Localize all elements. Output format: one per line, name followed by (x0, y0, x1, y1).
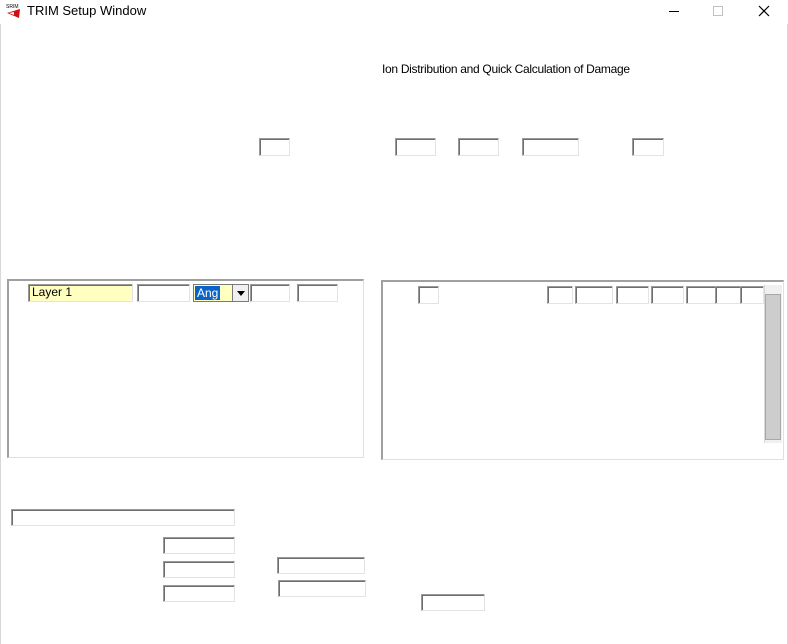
element-surface-energy-field[interactable] (740, 286, 764, 304)
trim-setup-window: SRIM TRIM Setup Window Ion Distribution … (0, 0, 788, 644)
damage-threshold-field[interactable] (421, 594, 485, 611)
ion-symbol-field[interactable] (259, 138, 290, 156)
window-left-border (0, 24, 1, 644)
autosave-field[interactable] (163, 585, 235, 602)
srim-logo-icon: SRIM (6, 4, 20, 18)
close-button[interactable] (741, 0, 787, 22)
layer-width-field[interactable] (137, 284, 190, 302)
selected-unit: Ang (195, 286, 221, 300)
layer-density-field[interactable] (250, 284, 290, 302)
svg-text:SRIM: SRIM (6, 4, 19, 10)
elements-scrollbar-thumb[interactable] (765, 294, 781, 440)
ion-angle-field[interactable] (632, 138, 664, 156)
target-elements-panel (381, 280, 784, 460)
layer-name-field[interactable]: Layer 1 (28, 284, 133, 302)
plot-depth-min-field[interactable] (277, 557, 365, 574)
layer-width-unit-select[interactable]: Ang (193, 284, 249, 302)
ion-atomic-number-field[interactable] (395, 138, 436, 156)
chevron-down-icon (236, 290, 245, 296)
total-ions-field[interactable] (163, 537, 235, 554)
maximize-icon (713, 6, 723, 16)
element-symbol-field[interactable] (547, 286, 573, 304)
element-atom-stoich-field[interactable] (651, 286, 684, 304)
element-displacement-energy-field[interactable] (686, 286, 716, 304)
ion-mass-field[interactable] (458, 138, 499, 156)
element-select-checkbox[interactable] (418, 286, 439, 304)
calculation-type-label: Ion Distribution and Quick Calculation o… (382, 62, 630, 76)
random-seed-field[interactable] (163, 561, 235, 578)
ion-energy-field[interactable] (522, 138, 579, 156)
close-icon (758, 5, 770, 17)
window-title: TRIM Setup Window (27, 3, 147, 18)
layer-compound-corr-field[interactable] (297, 284, 338, 302)
minimize-icon (669, 11, 679, 12)
element-atomic-number-field[interactable] (575, 286, 613, 304)
title-bar[interactable]: SRIM TRIM Setup Window (0, 0, 788, 24)
unit-dropdown-button[interactable] (232, 285, 248, 301)
plot-depth-max-field[interactable] (278, 580, 366, 597)
target-layers-panel (7, 279, 364, 458)
element-lattice-energy-field[interactable] (715, 286, 741, 304)
element-mass-field[interactable] (616, 286, 649, 304)
maximize-button[interactable] (695, 0, 741, 22)
minimize-button[interactable] (651, 0, 697, 22)
output-filename-field[interactable] (11, 509, 235, 526)
